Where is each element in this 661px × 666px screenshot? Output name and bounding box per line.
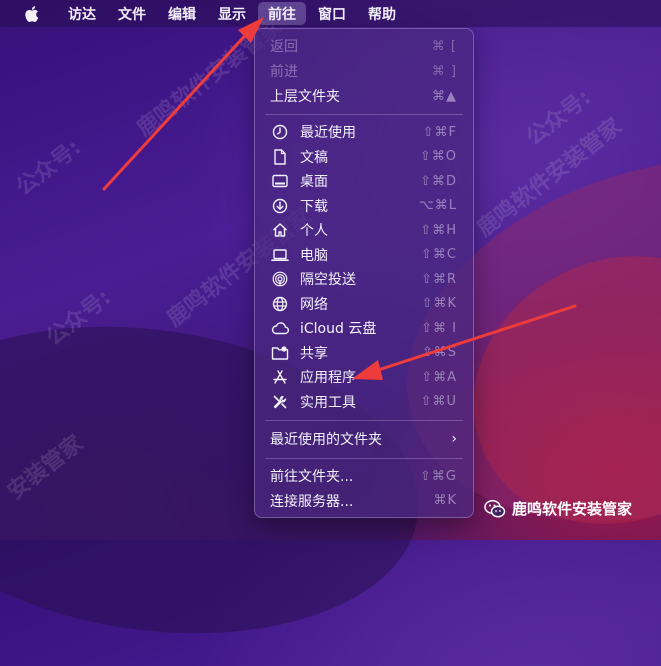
shortcut: ⇧⌘ I xyxy=(421,320,457,336)
home-icon xyxy=(271,221,289,239)
shortcut: ⌥⌘L xyxy=(418,198,457,213)
menu-label: 帮助 xyxy=(368,6,396,23)
cloud-icon xyxy=(271,319,289,337)
menu-item-enclosing-folder[interactable]: 上层文件夹 ⌘▲ xyxy=(255,84,473,108)
shortcut: ⇧⌘G xyxy=(420,468,457,484)
menu-item-downloads[interactable]: 下载 ⌥⌘L xyxy=(255,194,473,218)
menu-item-label: 前往文件夹... xyxy=(270,469,354,485)
menu-item-label: 最近使用 xyxy=(300,125,356,141)
menu-separator xyxy=(265,420,463,421)
menu-label: 文件 xyxy=(118,6,146,23)
menu-item-label: 实用工具 xyxy=(300,394,356,411)
menu-go[interactable]: 前往 xyxy=(258,2,306,25)
menu-label: 前往 xyxy=(268,6,296,23)
menu-item-label: 返回 xyxy=(270,39,298,55)
tools-icon xyxy=(271,393,289,411)
menu-item-icloud-drive[interactable]: iCloud 云盘 ⇧⌘ I xyxy=(255,316,473,340)
menu-separator xyxy=(265,114,463,115)
menu-item-forward[interactable]: 前进 ⌘ ] xyxy=(255,59,473,83)
menu-item-connect-to-server[interactable]: 连接服务器... ⌘K xyxy=(255,489,473,513)
menu-label: 编辑 xyxy=(168,6,196,23)
menu-label: 访达 xyxy=(68,6,96,23)
menu-item-back[interactable]: 返回 ⌘ [ xyxy=(255,34,473,58)
menu-item-label: 前进 xyxy=(270,64,298,80)
shortcut: ⇧⌘R xyxy=(421,271,457,287)
shortcut: ⌘▲ xyxy=(432,88,457,104)
menu-finder[interactable]: 访达 xyxy=(58,2,106,25)
shortcut: ⌘K xyxy=(433,493,457,508)
shortcut: ⇧⌘K xyxy=(421,296,457,311)
menu-item-label: 桌面 xyxy=(300,174,328,190)
menu-bar: 访达 文件 编辑 显示 前往 窗口 帮助 xyxy=(0,0,661,27)
menu-item-label: 共享 xyxy=(300,345,328,362)
menu-help[interactable]: 帮助 xyxy=(358,2,406,25)
shortcut: ⇧⌘U xyxy=(420,394,457,409)
menu-item-utilities[interactable]: 实用工具 ⇧⌘U xyxy=(255,390,473,414)
menu-item-desktop[interactable]: 桌面 ⇧⌘D xyxy=(255,169,473,193)
shortcut: ⇧⌘A xyxy=(421,369,457,385)
menu-item-shared[interactable]: 共享 ⇧⌘S xyxy=(255,341,473,365)
go-menu-dropdown: 返回 ⌘ [ 前进 ⌘ ] 上层文件夹 ⌘▲ 最近使用 ⇧⌘F 文稿 ⇧⌘O 桌… xyxy=(254,28,474,518)
menu-item-label: 最近使用的文件夹 xyxy=(270,432,382,448)
menu-view[interactable]: 显示 xyxy=(208,2,256,25)
menu-item-home[interactable]: 个人 ⇧⌘H xyxy=(255,218,473,242)
wechat-icon xyxy=(484,499,506,519)
chevron-right-icon: › xyxy=(451,431,457,447)
menu-item-go-to-folder[interactable]: 前往文件夹... ⇧⌘G xyxy=(255,464,473,488)
watermark-text: 公众号: xyxy=(11,135,87,201)
menu-item-label: 文稿 xyxy=(300,149,328,166)
menu-window[interactable]: 窗口 xyxy=(308,2,356,25)
applications-icon xyxy=(271,368,289,386)
shortcut: ⇧⌘D xyxy=(420,173,457,189)
shortcut: ⌘ ] xyxy=(431,63,457,79)
shortcut: ⇧⌘H xyxy=(420,222,457,238)
desktop-icon xyxy=(271,172,289,190)
menu-item-airdrop[interactable]: 隔空投送 ⇧⌘R xyxy=(255,267,473,291)
menu-item-label: iCloud 云盘 xyxy=(300,321,377,337)
menu-item-label: 上层文件夹 xyxy=(270,89,340,105)
shortcut: ⇧⌘S xyxy=(421,345,457,360)
shortcut: ⌘ [ xyxy=(431,38,457,54)
watermark-badge-text: 鹿鸣软件安装管家 xyxy=(512,500,633,518)
globe-icon xyxy=(271,295,289,313)
menu-edit[interactable]: 编辑 xyxy=(158,2,206,25)
menu-item-label: 电脑 xyxy=(300,247,328,264)
shortcut: ⇧⌘O xyxy=(419,149,457,164)
menu-item-recents[interactable]: 最近使用 ⇧⌘F xyxy=(255,120,473,144)
laptop-icon xyxy=(271,246,289,264)
menu-label: 窗口 xyxy=(318,6,346,23)
document-icon xyxy=(271,148,289,166)
menu-item-label: 隔空投送 xyxy=(300,272,356,288)
shortcut: ⇧⌘C xyxy=(421,247,457,262)
menu-file[interactable]: 文件 xyxy=(108,2,156,25)
shortcut: ⇧⌘F xyxy=(422,124,457,140)
menu-separator xyxy=(265,458,463,459)
menu-item-label: 个人 xyxy=(300,223,328,239)
menu-item-applications[interactable]: 应用程序 ⇧⌘A xyxy=(255,365,473,389)
download-icon xyxy=(271,197,289,215)
watermark-badge: 鹿鸣软件安装管家 xyxy=(484,498,632,519)
menu-item-recent-folders[interactable]: 最近使用的文件夹 › xyxy=(255,427,473,451)
shared-folder-icon xyxy=(271,344,289,362)
menu-item-label: 连接服务器... xyxy=(270,493,354,510)
menu-item-label: 应用程序 xyxy=(300,370,356,386)
menu-label: 显示 xyxy=(218,6,246,23)
menu-item-computer[interactable]: 电脑 ⇧⌘C xyxy=(255,243,473,267)
menu-item-documents[interactable]: 文稿 ⇧⌘O xyxy=(255,145,473,169)
apple-logo-icon[interactable] xyxy=(22,5,40,23)
menu-item-network[interactable]: 网络 ⇧⌘K xyxy=(255,292,473,316)
clock-icon xyxy=(271,123,289,141)
airdrop-icon xyxy=(271,270,289,288)
menu-item-label: 网络 xyxy=(300,296,328,313)
menu-item-label: 下载 xyxy=(300,198,328,215)
